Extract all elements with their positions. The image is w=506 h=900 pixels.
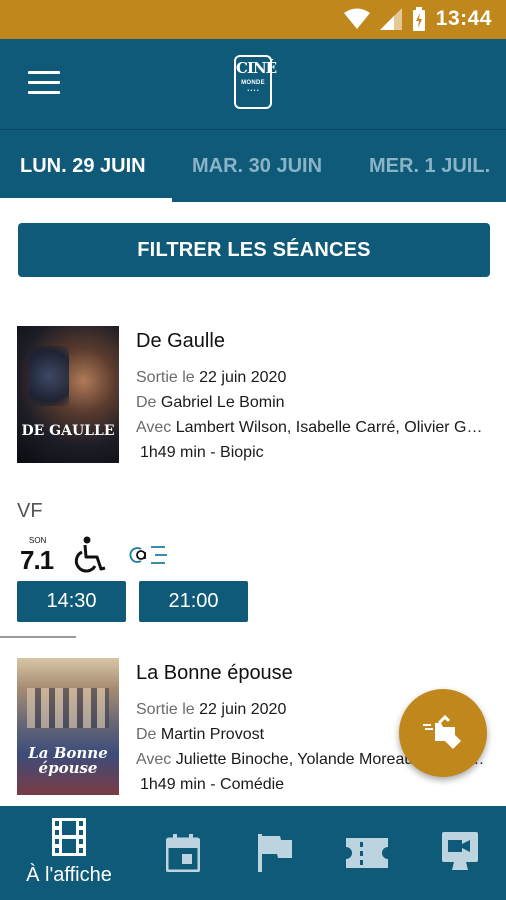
status-icons: 13:44 [343,7,492,31]
nav-item-a-l-affiche[interactable]: À l'affiche [14,806,124,900]
release-date: 22 juin 2020 [199,701,287,718]
movie-title[interactable]: De Gaulle [136,330,225,353]
ticket-arrow-icon [423,714,461,749]
sound-value: 7.1 [20,545,54,575]
nav-item-tickets[interactable] [342,806,392,900]
version-label: VF [17,500,43,522]
logo-main-text: CINÉ [236,59,277,77]
logo-sub-text: MONDE [241,80,265,86]
tab-date-2[interactable]: MAR. 30 JUIN [192,130,322,202]
movie-poster[interactable]: La Bonne épouse [17,658,119,795]
calendar-icon [166,834,200,872]
status-time: 13:44 [435,7,492,30]
release-date: 22 juin 2020 [199,369,287,386]
release-label: Sortie le [136,701,195,718]
cinema-logo: CINÉ MONDE • • • • [234,55,277,109]
director-name: Martin Provost [160,726,265,743]
director-label: De [136,394,157,411]
tab-date-1[interactable]: LUN. 29 JUIN [20,130,146,202]
ticket-fab-button[interactable] [399,689,487,777]
showtime-button[interactable]: 21:00 [139,581,248,622]
sound-7-1-icon: SON 7.1 [17,536,54,575]
cast-label: Avec [136,419,172,436]
logo-dots: • • • • [247,88,259,94]
hamburger-menu-icon[interactable] [28,71,60,95]
bottom-navigation: À l'affiche [0,806,506,900]
divider [0,636,76,638]
director-label: De [136,726,157,743]
cast-names: Lambert Wilson, Isabelle Carré, Olivier … [175,419,491,436]
poster-title-text: La Bonne épouse [28,744,108,777]
nav-item-calendar[interactable] [160,806,206,900]
audio-description-icon [129,546,167,564]
movie-cast: Avec Lambert Wilson, Isabelle Carré, Oli… [136,419,491,437]
active-tab-indicator [0,198,172,202]
filter-sessions-button[interactable]: FILTRER LES SÉANCES [18,223,490,277]
status-bar: 13:44 [0,0,506,39]
nav-item-flag[interactable] [254,806,300,900]
cell-signal-icon [379,8,402,30]
nav-label: À l'affiche [26,864,112,886]
wheelchair-accessibility-icon [74,536,106,573]
cast-label: Avec [136,751,172,768]
tab-date-3[interactable]: MER. 1 JUIL. [369,130,490,202]
sound-label: SON [29,536,47,545]
video-camera-icon [442,832,478,870]
showtime-button[interactable]: 14:30 [17,581,126,622]
wifi-icon [343,8,370,29]
movie-title[interactable]: La Bonne épouse [136,662,293,685]
flag-icon [258,834,292,872]
director-name: Gabriel Le Bomin [160,394,285,411]
feature-icons: SON 7.1 [17,536,171,574]
duration-genre: 1h49 min - Comédie [140,776,285,793]
movie-director: De Gabriel Le Bomin [136,394,491,412]
film-icon [52,818,86,856]
nav-item-video[interactable] [440,806,490,900]
date-tabs: LUN. 29 JUIN MAR. 30 JUIN MER. 1 JUIL. [0,129,506,202]
ticket-icon [346,838,388,868]
battery-charging-icon [412,7,425,31]
app-bar: CINÉ MONDE • • • • [0,39,506,129]
release-label: Sortie le [136,369,195,386]
duration-genre: 1h49 min - Biopic [140,444,264,461]
movie-poster[interactable]: DE GAULLE [17,326,119,463]
movie-release: Sortie le 22 juin 2020 [136,369,491,387]
poster-title-text: DE GAULLE [21,423,115,439]
